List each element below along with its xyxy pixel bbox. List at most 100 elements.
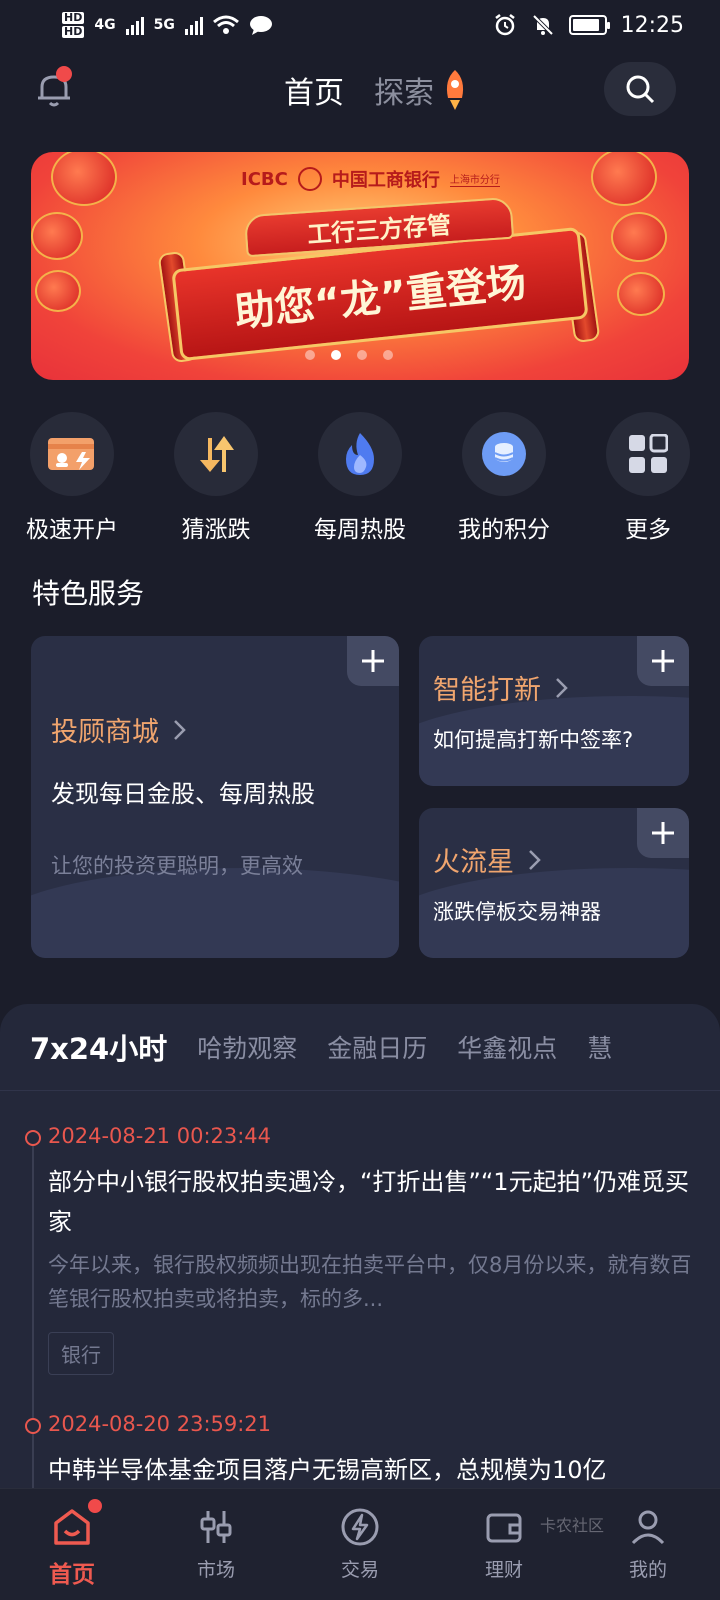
card-title-text: 火流星 <box>433 847 514 878</box>
quick-actions: 极速开户 猜涨跌 每周热股 我的积分 更多 <box>0 412 720 544</box>
nav-home[interactable]: 首页 <box>0 1489 144 1600</box>
service-card-advisor-mall[interactable]: 投顾商城 发现每日金股、每周热股 让您的投资更聪明，更高效 <box>31 636 399 958</box>
status-right: 12:25 <box>493 13 684 38</box>
news-title[interactable]: 部分中小银行股权拍卖遇冷，“打折出售”“1元起拍”仍难觅买家 <box>48 1162 698 1242</box>
timeline-dot <box>25 1418 41 1434</box>
signal-icon <box>184 15 203 35</box>
carousel-dot <box>305 350 315 360</box>
add-button[interactable] <box>637 808 689 858</box>
news-summary[interactable]: 今年以来，银行股权频频出现在拍卖平台中，仅8月份以来，就有数百笔银行股权拍卖或将… <box>48 1248 698 1316</box>
quick-action-icon-wrap <box>318 412 402 496</box>
quick-action-icon-wrap <box>30 412 114 496</box>
plus-icon <box>652 650 674 672</box>
battery-icon <box>568 15 610 35</box>
network-type-1: 4G <box>94 17 116 33</box>
divider <box>0 1090 720 1091</box>
news-title[interactable]: 中韩半导体基金项目落户无锡高新区，总规模为10亿 <box>48 1450 698 1490</box>
quick-action-hot-stocks[interactable]: 每周热股 <box>288 412 432 544</box>
search-button[interactable] <box>604 62 676 116</box>
card-title: 火流星 <box>433 840 542 879</box>
chevron-right-icon <box>556 677 568 698</box>
status-time: 12:25 <box>620 12 684 38</box>
nav-wealth[interactable]: 理财 <box>432 1489 576 1600</box>
notification-button[interactable] <box>32 66 76 110</box>
promo-banner[interactable]: ICBC 中国工商银行 上海市分行 助您“龙”重登场 工行三方存管 <box>31 152 689 380</box>
nav-label: 首页 <box>49 1562 95 1588</box>
network-type-2: 5G <box>153 17 175 33</box>
card-title: 投顾商城 <box>51 710 187 749</box>
quick-action-open-account[interactable]: 极速开户 <box>0 412 144 544</box>
user-icon <box>631 1510 665 1545</box>
banner-brand: ICBC 中国工商银行 上海市分行 <box>241 166 500 192</box>
news-time: 2024-08-20 23:59:21 <box>48 1412 272 1436</box>
news-tag[interactable]: 银行 <box>48 1332 114 1375</box>
coin-stack-icon <box>482 432 526 476</box>
top-header: 首页 探索 <box>0 56 720 126</box>
service-card-meteor[interactable]: 火流星 涨跌停板交易神器 <box>419 808 689 958</box>
add-button[interactable] <box>637 636 689 686</box>
quick-action-points[interactable]: 我的积分 <box>432 412 576 544</box>
quick-action-more[interactable]: 更多 <box>576 412 720 544</box>
carousel-indicator <box>305 350 393 360</box>
news-tab-7x24[interactable]: 7x24小时 <box>30 1026 167 1068</box>
status-left: HD HD 4G 5G <box>62 12 273 38</box>
market-icon <box>200 1511 232 1543</box>
news-tab-calendar[interactable]: 金融日历 <box>327 1029 427 1065</box>
nav-mine[interactable]: 我的 <box>576 1489 720 1600</box>
lantern-decoration <box>591 152 657 206</box>
flame-icon <box>346 433 374 475</box>
quick-action-icon-wrap <box>174 412 258 496</box>
timeline-dot <box>25 1130 41 1146</box>
brand-branch: 上海市分行 <box>449 171 500 187</box>
message-icon <box>249 16 272 35</box>
card-subtitle: 涨跌停板交易神器 <box>433 900 601 924</box>
quick-action-label: 更多 <box>625 517 671 543</box>
card-title: 智能打新 <box>433 668 569 707</box>
tab-home[interactable]: 首页 <box>284 68 344 112</box>
carousel-dot <box>383 350 393 360</box>
carousel-dot <box>357 350 367 360</box>
chevron-right-icon <box>529 849 541 870</box>
quick-action-label: 每周热股 <box>314 517 406 543</box>
news-tab-hui[interactable]: 慧 <box>587 1029 612 1065</box>
news-tabs: 7x24小时 哈勃观察 金融日历 华鑫视点 慧 <box>30 1026 612 1068</box>
add-button[interactable] <box>347 636 399 686</box>
service-card-ipo[interactable]: 智能打新 如何提高打新中签率? <box>419 636 689 786</box>
search-icon <box>626 75 655 104</box>
nav-label: 我的 <box>628 1559 667 1581</box>
grid-icon <box>629 434 668 473</box>
hd-icon: HD HD <box>62 11 85 38</box>
brand-en: ICBC <box>241 168 288 190</box>
nav-market[interactable]: 市场 <box>144 1489 288 1600</box>
quick-action-icon-wrap <box>462 412 546 496</box>
news-time: 2024-08-21 00:23:44 <box>48 1124 272 1148</box>
lantern-decoration <box>35 270 81 312</box>
services-section-title: 特色服务 <box>32 577 145 610</box>
rocket-icon <box>446 70 464 110</box>
lantern-decoration <box>611 212 667 262</box>
card-title-text: 投顾商城 <box>51 717 159 748</box>
lightning-icon <box>341 1508 379 1546</box>
lantern-decoration <box>31 212 83 260</box>
mute-bell-icon <box>532 14 554 36</box>
lantern-decoration <box>51 152 117 206</box>
card-subtitle: 如何提高打新中签率? <box>433 728 634 752</box>
nav-trade[interactable]: 交易 <box>288 1489 432 1600</box>
quick-action-label: 极速开户 <box>26 517 118 543</box>
carousel-dot-active <box>331 350 341 360</box>
news-tab-hubble[interactable]: 哈勃观察 <box>197 1029 297 1065</box>
tab-explore[interactable]: 探索 <box>374 68 468 112</box>
icbc-logo-icon <box>297 167 322 191</box>
home-smile-icon <box>54 1509 90 1545</box>
signal-icon <box>125 15 144 35</box>
quick-action-icon-wrap <box>606 412 690 496</box>
account-card-icon <box>48 438 94 470</box>
watermark: 卡农社区 <box>540 1516 605 1535</box>
card-title-text: 智能打新 <box>433 675 541 706</box>
bottom-nav: 首页 市场 交易 理财 我的 <box>0 1488 720 1600</box>
nav-badge-dot <box>88 1499 102 1513</box>
header-tabs: 首页 探索 <box>284 68 468 112</box>
quick-action-label: 我的积分 <box>458 517 550 543</box>
quick-action-guess[interactable]: 猜涨跌 <box>144 412 288 544</box>
news-tab-huaxin[interactable]: 华鑫视点 <box>457 1029 557 1065</box>
